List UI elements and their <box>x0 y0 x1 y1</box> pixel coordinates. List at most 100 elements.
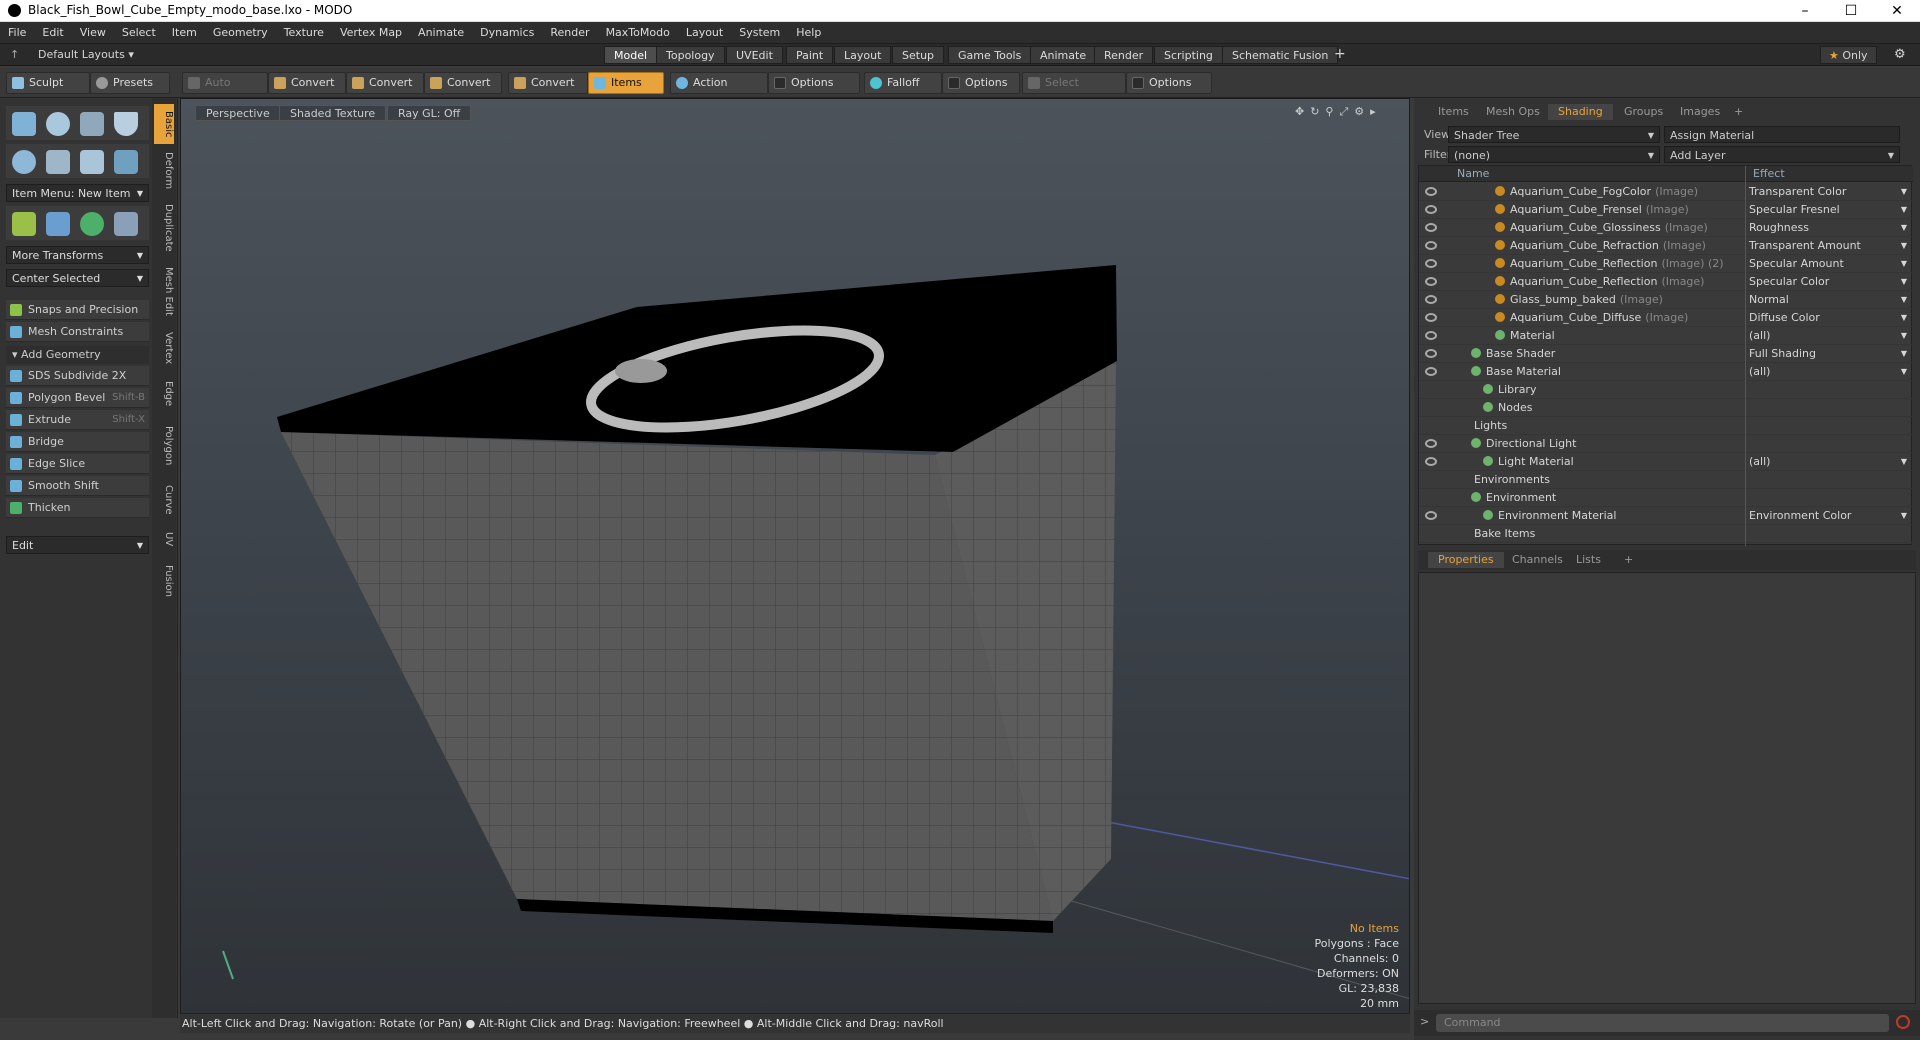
thicken-button[interactable]: Thicken <box>6 498 149 518</box>
select-through-button[interactable]: Select Through <box>1022 72 1126 109</box>
menu-dynamics[interactable]: Dynamics <box>472 22 542 44</box>
options-button-falloff[interactable]: Options <box>942 72 1020 94</box>
tree-row[interactable]: Aquarium_Cube_FogColor (Image) Transparent… <box>1419 183 1913 201</box>
tree-item-effect[interactable]: Diffuse Color <box>1749 309 1820 327</box>
tree-row[interactable]: Nodes <box>1419 399 1913 417</box>
minimize-button[interactable]: – <box>1782 0 1828 22</box>
tree-row[interactable]: Aquarium_Cube_Reflection (Image) Specular … <box>1419 273 1913 291</box>
tree-row[interactable]: Base Material (all) ▼ <box>1419 363 1913 381</box>
grid-icon[interactable] <box>46 212 70 236</box>
tree-row[interactable]: Library <box>1419 381 1913 399</box>
presets-button[interactable]: Presets F6 <box>90 72 170 109</box>
tree-item-effect[interactable]: Transparent Color <box>1749 183 1846 201</box>
chevron-down-icon[interactable]: ▼ <box>1901 273 1907 291</box>
tree-row[interactable]: Material (all) ▼ <box>1419 327 1913 345</box>
tree-row[interactable]: Aquarium_Cube_Frensel (Image) Specular Fre… <box>1419 201 1913 219</box>
visibility-eye-icon[interactable] <box>1425 205 1437 214</box>
col-name-header[interactable]: Name <box>1457 167 1489 180</box>
visibility-eye-icon[interactable] <box>1425 259 1437 268</box>
edge-slice-button[interactable]: Edge Slice <box>6 454 149 474</box>
globe-icon[interactable] <box>80 212 104 236</box>
visibility-eye-icon[interactable] <box>1425 457 1437 466</box>
visibility-eye-icon[interactable] <box>1425 187 1437 196</box>
layout-arrow-icon[interactable]: ↑ <box>10 48 19 61</box>
command-input[interactable]: Command <box>1436 1014 1889 1032</box>
falloff-button[interactable]: Falloff <box>864 72 942 94</box>
menu-texture[interactable]: Texture <box>276 22 332 44</box>
items-mode-button[interactable]: Items <box>588 72 664 94</box>
menu-system[interactable]: System <box>731 22 788 44</box>
capsule-icon[interactable] <box>46 150 70 174</box>
tab-properties[interactable]: Properties <box>1428 552 1504 568</box>
col-effect-header[interactable]: Effect <box>1753 167 1785 180</box>
chevron-down-icon[interactable]: ▼ <box>1901 453 1907 471</box>
auto-select-button[interactable]: Auto Select <box>182 72 268 109</box>
tab-layout[interactable]: Layout <box>834 46 892 64</box>
pen-icon[interactable] <box>80 150 104 174</box>
item-menu-dropdown[interactable]: Item Menu: New Item ▼ <box>6 184 149 202</box>
vtab-deform[interactable]: Deform <box>154 146 174 196</box>
tab-uvedit[interactable]: UVEdit <box>726 46 783 64</box>
menu-vertex-map[interactable]: Vertex Map <box>332 22 410 44</box>
tab-paint[interactable]: Paint <box>786 46 834 64</box>
menu-select[interactable]: Select <box>114 22 164 44</box>
visibility-eye-icon[interactable] <box>1425 511 1437 520</box>
add-geometry-header[interactable]: ▾ Add Geometry <box>6 346 149 364</box>
visibility-eye-icon[interactable] <box>1425 241 1437 250</box>
tree-row[interactable]: Environments <box>1419 471 1913 489</box>
menu-item[interactable]: Item <box>164 22 205 44</box>
tree-row[interactable]: Aquarium_Cube_Reflection (Image) (2) Specu… <box>1419 255 1913 273</box>
vtab-mesh-edit[interactable]: Mesh Edit <box>154 260 174 322</box>
chevron-down-icon[interactable]: ▼ <box>1901 345 1907 363</box>
convert-polygon-button[interactable]: Convert <box>424 72 502 94</box>
tree-row[interactable]: Light Material (all) ▼ <box>1419 453 1913 471</box>
convert-vertex-button[interactable]: Convert <box>268 72 346 94</box>
vtab-fusion[interactable]: Fusion <box>154 556 174 606</box>
snaps-precision-button[interactable]: Snaps and Precision <box>6 300 149 320</box>
menu-render[interactable]: Render <box>542 22 597 44</box>
tree-item-effect[interactable]: Specular Fresnel <box>1749 201 1840 219</box>
tree-row[interactable]: Lights <box>1419 417 1913 435</box>
torus-icon[interactable] <box>12 150 36 174</box>
add-tab-button[interactable]: + <box>1724 104 1753 120</box>
menu-file[interactable]: File <box>0 22 34 44</box>
tree-item-effect[interactable]: Normal <box>1749 291 1789 309</box>
visibility-eye-icon[interactable] <box>1425 277 1437 286</box>
menu-view[interactable]: View <box>72 22 114 44</box>
chevron-down-icon[interactable]: ▼ <box>1901 255 1907 273</box>
tab-groups[interactable]: Groups <box>1614 104 1673 120</box>
tree-row[interactable]: Environment <box>1419 489 1913 507</box>
visibility-eye-icon[interactable] <box>1425 295 1437 304</box>
add-tab-button[interactable]: + <box>1614 552 1643 568</box>
tab-scripting[interactable]: Scripting <box>1154 46 1223 64</box>
visibility-eye-icon[interactable] <box>1425 439 1437 448</box>
chevron-down-icon[interactable]: ▼ <box>1901 507 1907 525</box>
tree-row[interactable]: Base Shader Full Shading ▼ <box>1419 345 1913 363</box>
convert-item-button[interactable]: Convert <box>508 72 588 94</box>
tab-items[interactable]: Items <box>1428 104 1479 120</box>
vtab-basic[interactable]: Basic <box>154 104 174 144</box>
tree-item-effect[interactable]: (all) <box>1749 327 1770 345</box>
tree-row[interactable]: Bake Items <box>1419 525 1913 543</box>
close-button[interactable]: ✕ <box>1874 0 1920 22</box>
vtab-curve[interactable]: Curve <box>154 478 174 522</box>
cylinder-icon[interactable] <box>80 112 104 136</box>
tab-lists[interactable]: Lists <box>1566 552 1611 568</box>
tab-channels[interactable]: Channels <box>1502 552 1573 568</box>
tab-schematic-fusion[interactable]: Schematic Fusion <box>1222 46 1339 64</box>
tab-game-tools[interactable]: Game Tools <box>948 46 1032 64</box>
vtab-duplicate[interactable]: Duplicate <box>154 198 174 258</box>
chevron-down-icon[interactable]: ▼ <box>1901 363 1907 381</box>
menu-maxtomodo[interactable]: MaxToModo <box>598 22 678 44</box>
options-button-action[interactable]: Options <box>768 72 860 94</box>
add-tab-button[interactable]: + <box>1334 46 1346 62</box>
tree-item-effect[interactable]: Specular Amount <box>1749 255 1844 273</box>
maximize-button[interactable]: ☐ <box>1828 0 1874 22</box>
chevron-down-icon[interactable]: ▼ <box>1901 291 1907 309</box>
vtab-vertex[interactable]: Vertex <box>154 324 174 372</box>
chevron-down-icon[interactable]: ▼ <box>1901 201 1907 219</box>
cone-icon[interactable] <box>114 112 138 136</box>
menu-geometry[interactable]: Geometry <box>205 22 276 44</box>
more-transforms-dropdown[interactable]: More Transforms ▼ <box>6 246 149 264</box>
tree-item-effect[interactable]: Full Shading <box>1749 345 1816 363</box>
